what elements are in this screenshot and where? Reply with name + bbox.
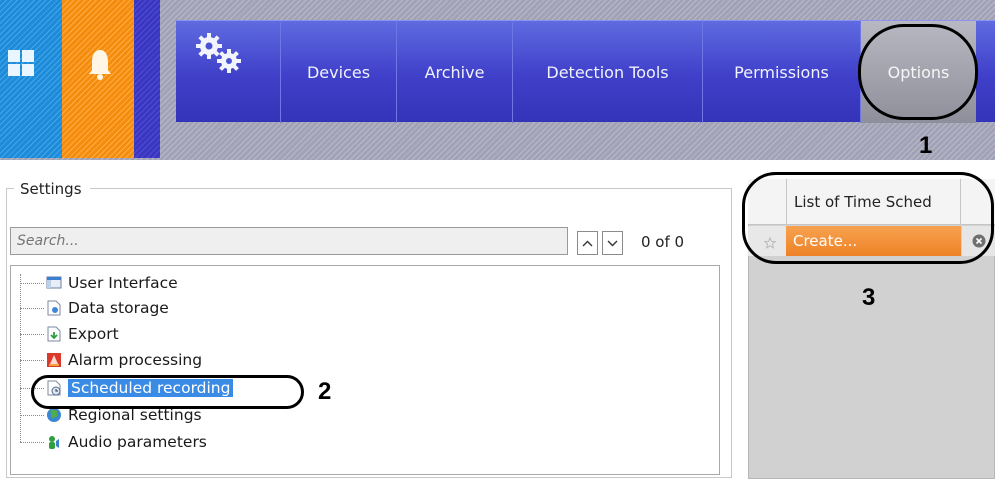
- annotation-number-1: 1: [919, 132, 933, 159]
- search-next-button[interactable]: [602, 231, 623, 255]
- user-interface-icon: [46, 275, 62, 291]
- bell-icon: [89, 50, 111, 80]
- nav-detection-tools[interactable]: Detection Tools: [512, 21, 702, 123]
- settings-title: Settings: [14, 180, 90, 198]
- windows-tile[interactable]: [0, 0, 62, 158]
- chevron-down-icon: [607, 240, 618, 246]
- tree-item-audio-parameters[interactable]: Audio parameters: [20, 432, 207, 452]
- annotation-ring-schedule-list: [742, 172, 994, 264]
- search-prev-button[interactable]: [577, 231, 598, 255]
- windows-icon: [8, 50, 34, 76]
- tree-item-export[interactable]: Export: [20, 324, 119, 344]
- tree-item-data-storage[interactable]: Data storage: [20, 298, 169, 318]
- side-strip: [134, 0, 160, 158]
- search-input[interactable]: [10, 227, 568, 255]
- nav-permissions[interactable]: Permissions: [702, 21, 860, 123]
- tree-item-label: Export: [68, 325, 119, 343]
- nav-archive[interactable]: Archive: [396, 21, 512, 123]
- gears-icon[interactable]: [192, 31, 248, 77]
- tree-item-label: Alarm processing: [68, 351, 203, 369]
- tree-item-label: User Interface: [68, 274, 178, 292]
- alarm-tile[interactable]: [62, 0, 134, 158]
- data-storage-icon: [46, 300, 62, 316]
- tree-item-alarm-processing[interactable]: Alarm processing: [20, 350, 202, 370]
- tree-item-label: Data storage: [68, 299, 169, 317]
- audio-parameters-icon: [46, 434, 62, 450]
- alarm-processing-icon: [46, 352, 62, 368]
- annotation-ring-options: [858, 24, 978, 120]
- annotation-number-3: 3: [862, 284, 876, 311]
- annotation-ring-scheduled-recording: [31, 375, 304, 409]
- search-result-counter: 0 of 0: [641, 233, 685, 251]
- tree-item-user-interface[interactable]: User Interface: [20, 273, 178, 293]
- globe-icon: [46, 407, 62, 423]
- nav-devices[interactable]: Devices: [280, 21, 396, 123]
- chevron-up-icon: [582, 240, 593, 246]
- tree-item-label: Audio parameters: [68, 433, 207, 451]
- annotation-number-2: 2: [318, 378, 332, 405]
- export-icon: [46, 326, 62, 342]
